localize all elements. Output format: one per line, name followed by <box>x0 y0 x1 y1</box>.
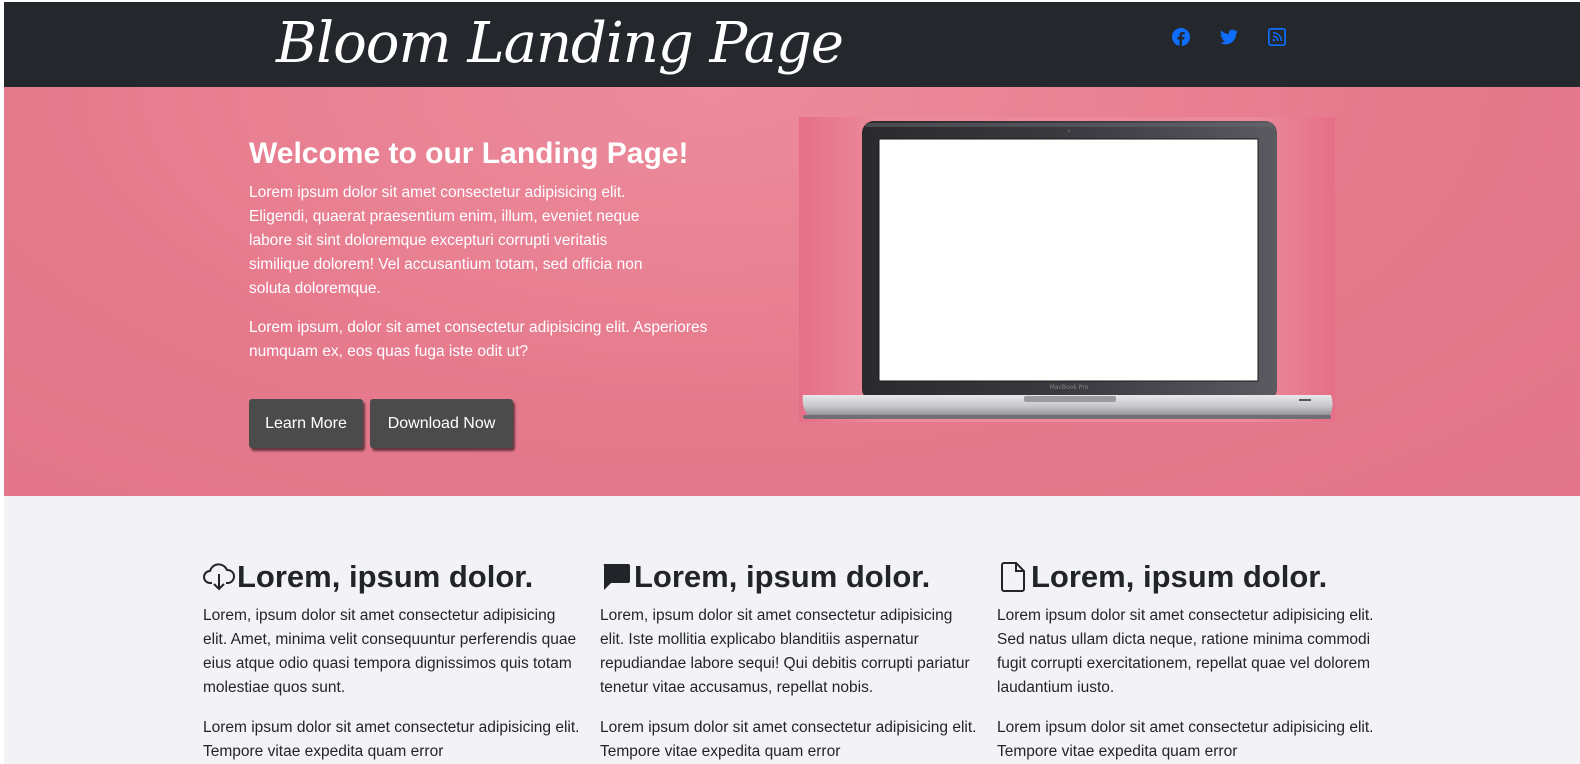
twitter-icon[interactable] <box>1220 28 1238 46</box>
hero-title: Welcome to our Landing Page! <box>249 137 689 170</box>
feature-text-2: Lorem, ipsum dolor sit amet consectetur … <box>600 607 970 696</box>
features-section: Lorem, ipsum dolor. Lorem, ipsum dolor s… <box>4 496 1580 764</box>
hero-section: Welcome to our Landing Page! Lorem ipsum… <box>4 87 1580 496</box>
feature-heading-3: Lorem, ipsum dolor. <box>997 558 1375 596</box>
brand-logo[interactable]: Bloom Landing Page <box>276 6 844 82</box>
hero-paragraph-2: Lorem ipsum, dolor sit amet consectetur … <box>249 319 708 360</box>
download-now-button[interactable]: Download Now <box>370 399 513 448</box>
feature-column-2: Lorem, ipsum dolor. Lorem, ipsum dolor s… <box>600 558 978 764</box>
navbar: Bloom Landing Page <box>4 2 1580 87</box>
chat-icon <box>600 561 632 593</box>
cloud-download-icon <box>203 561 235 593</box>
laptop-image: MacBook Pro <box>799 117 1335 422</box>
feature-column-3: Lorem, ipsum dolor. Lorem ipsum dolor si… <box>997 558 1375 764</box>
feature-heading-2: Lorem, ipsum dolor. <box>600 558 978 596</box>
svg-text:MacBook Pro: MacBook Pro <box>1050 384 1089 391</box>
feature-text-3: Lorem ipsum dolor sit amet consectetur a… <box>997 607 1374 696</box>
feature-column-1: Lorem, ipsum dolor. Lorem, ipsum dolor s… <box>203 558 581 764</box>
feature-text-1b: Lorem ipsum dolor sit amet consectetur a… <box>203 719 580 760</box>
feature-heading-1: Lorem, ipsum dolor. <box>203 558 581 596</box>
file-icon <box>997 561 1029 593</box>
page: Bloom Landing Page Welcome to our Landin… <box>4 2 1580 764</box>
learn-more-button[interactable]: Learn More <box>249 399 363 448</box>
feature-text-1: Lorem, ipsum dolor sit amet consectetur … <box>203 607 577 696</box>
feature-text-3b: Lorem ipsum dolor sit amet consectetur a… <box>997 719 1374 760</box>
rss-icon[interactable] <box>1268 28 1286 46</box>
feature-text-2b: Lorem ipsum dolor sit amet consectetur a… <box>600 719 977 760</box>
facebook-icon[interactable] <box>1172 28 1190 46</box>
hero-paragraph-1: Lorem ipsum dolor sit amet consectetur a… <box>249 184 643 297</box>
